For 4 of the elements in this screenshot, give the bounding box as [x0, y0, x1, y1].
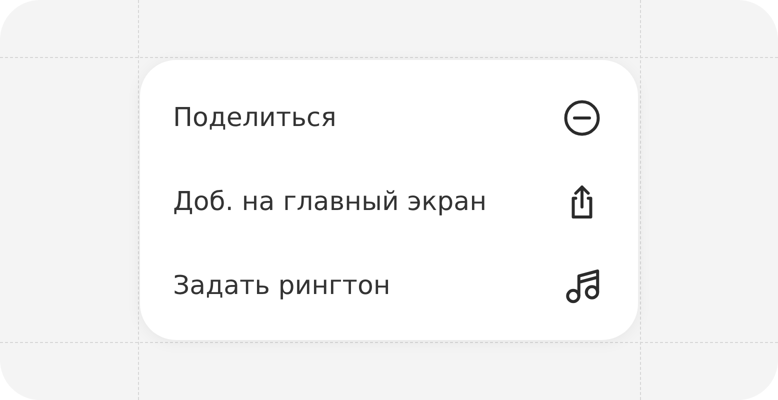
menu-item[interactable]: Доб. на главный экран: [173, 160, 602, 244]
menu-item[interactable]: Задать рингтон: [173, 244, 602, 328]
menu-item[interactable]: Поделиться: [173, 76, 602, 160]
minus-circle-icon: [562, 98, 602, 138]
